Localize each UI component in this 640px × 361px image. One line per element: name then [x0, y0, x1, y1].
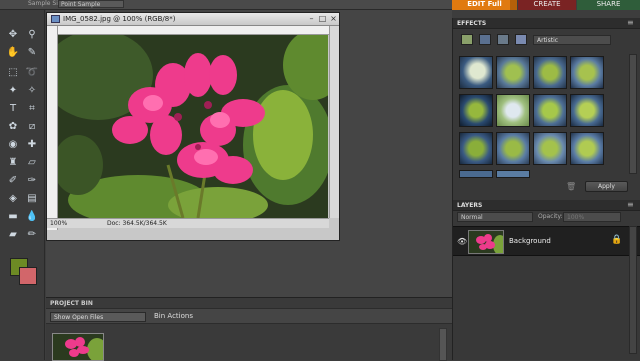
effects-category-select[interactable]: Artistic — [533, 35, 611, 45]
flower-photo — [58, 35, 328, 218]
visibility-eye-icon[interactable]: 👁 — [457, 237, 467, 246]
sample-size-select[interactable]: Point Sample — [58, 0, 124, 8]
apply-button[interactable]: Apply — [585, 181, 628, 192]
shape-icon[interactable]: ▬ — [6, 210, 20, 224]
effect-thumbnail[interactable] — [496, 170, 530, 178]
effect-thumbnail[interactable] — [533, 132, 567, 165]
smart-brush-icon[interactable]: ✑ — [25, 174, 39, 188]
vertical-scrollbar[interactable] — [329, 26, 339, 218]
effect-thumbnail[interactable] — [533, 56, 567, 89]
effects-header: EFFECTS ≡ — [453, 18, 640, 29]
ruler-vertical — [47, 26, 58, 230]
effects-panel: EFFECTS ≡ Artistic 🗑 Apply — [452, 18, 640, 200]
project-bin-toolbar: Show Open Files Bin Actions — [46, 308, 452, 324]
effect-thumbnail[interactable] — [459, 56, 493, 89]
effect-thumbnail[interactable] — [533, 94, 567, 127]
maximize-icon[interactable]: □ — [318, 15, 327, 23]
bin-thumbnail-image — [53, 334, 103, 360]
layer-styles-icon[interactable] — [479, 34, 491, 45]
effect-thumbnail[interactable] — [459, 132, 493, 165]
opacity-label: Opacity: — [538, 213, 563, 220]
straighten-icon[interactable]: ⧄ — [25, 120, 39, 134]
layer-thumbnail — [468, 230, 504, 254]
layers-panel: LAYERS ≡ Normal Opacity: 100% 👁 Backgrou… — [452, 200, 640, 360]
blur-icon[interactable]: 💧 — [25, 210, 39, 224]
edit-mode-dropdown-icon[interactable] — [510, 0, 517, 10]
document-titlebar[interactable]: IMG_0582.jpg @ 100% (RGB/8*) – □ × — [47, 13, 339, 26]
document-icon — [51, 15, 60, 23]
magic-wand-icon[interactable]: ✦ — [6, 84, 20, 98]
clone-stamp-icon[interactable]: ♜ — [6, 156, 20, 170]
eraser-icon[interactable]: ▱ — [25, 156, 39, 170]
tab-share[interactable]: SHARE — [577, 0, 640, 10]
eyedropper-icon[interactable]: ✎ — [25, 46, 39, 60]
zoom-level[interactable]: 100% — [50, 220, 67, 227]
cookie-cutter-icon[interactable]: ✿ — [6, 120, 20, 134]
options-bar: Sample Size: Point Sample — [0, 0, 452, 10]
show-files-select[interactable]: Show Open Files — [50, 312, 146, 322]
toolbox: ✥ ⚲ ✋ ✎ ⬚ ➰ ✦ ✧ T ⌗ ✿ ⧄ ◉ ✚ ♜ ▱ ✐ ✑ ◈ ▤ … — [0, 10, 45, 360]
minimize-icon[interactable]: – — [307, 15, 316, 23]
move-icon[interactable]: ✥ — [6, 28, 20, 42]
effects-scrollbar[interactable] — [629, 54, 637, 174]
effect-thumbnail[interactable] — [459, 94, 493, 127]
brush-icon[interactable]: ✐ — [6, 174, 20, 188]
show-all-icon[interactable] — [515, 34, 527, 45]
marquee-icon[interactable]: ⬚ — [6, 66, 20, 80]
type-icon[interactable]: T — [6, 102, 20, 116]
panel-menu-icon[interactable]: ≡ — [627, 18, 634, 27]
effect-thumbnail[interactable] — [570, 56, 604, 89]
effects-title: EFFECTS — [457, 20, 487, 27]
healing-brush-icon[interactable]: ✚ — [25, 138, 39, 152]
ruler-horizontal — [58, 26, 329, 35]
bin-thumbnail[interactable] — [52, 333, 104, 361]
pencil-icon[interactable]: ✏ — [25, 228, 39, 242]
tab-create[interactable]: CREATE — [518, 0, 576, 10]
tab-edit[interactable]: EDIT Full — [452, 0, 517, 10]
layers-title: LAYERS — [457, 202, 483, 209]
lock-icon[interactable]: 🔒 — [611, 235, 622, 245]
hand-icon[interactable]: ✋ — [6, 46, 20, 60]
opacity-field[interactable]: 100% — [563, 212, 621, 222]
lasso-icon[interactable]: ➰ — [25, 66, 39, 80]
gradient-icon[interactable]: ▤ — [25, 192, 39, 206]
effect-thumbnail[interactable] — [496, 56, 530, 89]
layer-thumbnail-image — [469, 231, 503, 253]
effect-thumbnail[interactable] — [570, 132, 604, 165]
horizontal-scrollbar[interactable] — [229, 218, 329, 228]
sponge-icon[interactable]: ▰ — [6, 228, 20, 242]
effect-thumbnail[interactable] — [570, 94, 604, 127]
crop-icon[interactable]: ⌗ — [25, 102, 39, 116]
paint-bucket-icon[interactable]: ◈ — [6, 192, 20, 206]
project-bin: PROJECT BIN Show Open Files Bin Actions — [46, 297, 452, 361]
project-bin-title: PROJECT BIN — [50, 300, 93, 307]
image-canvas[interactable] — [58, 35, 328, 218]
layers-header: LAYERS ≡ — [453, 200, 640, 211]
effect-thumbnail[interactable] — [496, 94, 530, 127]
bin-scrollbar[interactable] — [439, 328, 447, 361]
document-window: IMG_0582.jpg @ 100% (RGB/8*) – □ × 100% … — [46, 12, 340, 241]
effect-thumbnail[interactable] — [459, 170, 493, 178]
trash-icon[interactable]: 🗑 — [566, 182, 576, 191]
document-size: Doc: 364.5K/364.5K — [107, 220, 167, 227]
effect-thumbnail[interactable] — [496, 132, 530, 165]
layer-name: Background — [509, 237, 551, 245]
document-title: IMG_0582.jpg @ 100% (RGB/8*) — [63, 15, 176, 23]
blend-mode-select[interactable]: Normal — [457, 212, 533, 222]
close-icon[interactable]: × — [329, 15, 338, 23]
zoom-icon[interactable]: ⚲ — [25, 28, 39, 42]
photo-effects-icon[interactable] — [497, 34, 509, 45]
quick-selection-icon[interactable]: ✧ — [25, 84, 39, 98]
background-color-swatch[interactable] — [19, 267, 37, 285]
bin-actions-menu[interactable]: Bin Actions — [154, 312, 193, 320]
layer-row[interactable]: 👁 Background 🔒 — [453, 226, 640, 256]
document-status-bar: 100% Doc: 364.5K/364.5K — [47, 218, 229, 228]
red-eye-icon[interactable]: ◉ — [6, 138, 20, 152]
panel-menu-icon[interactable]: ≡ — [627, 200, 634, 209]
filters-icon[interactable] — [461, 34, 473, 45]
layers-scrollbar[interactable] — [629, 226, 637, 354]
